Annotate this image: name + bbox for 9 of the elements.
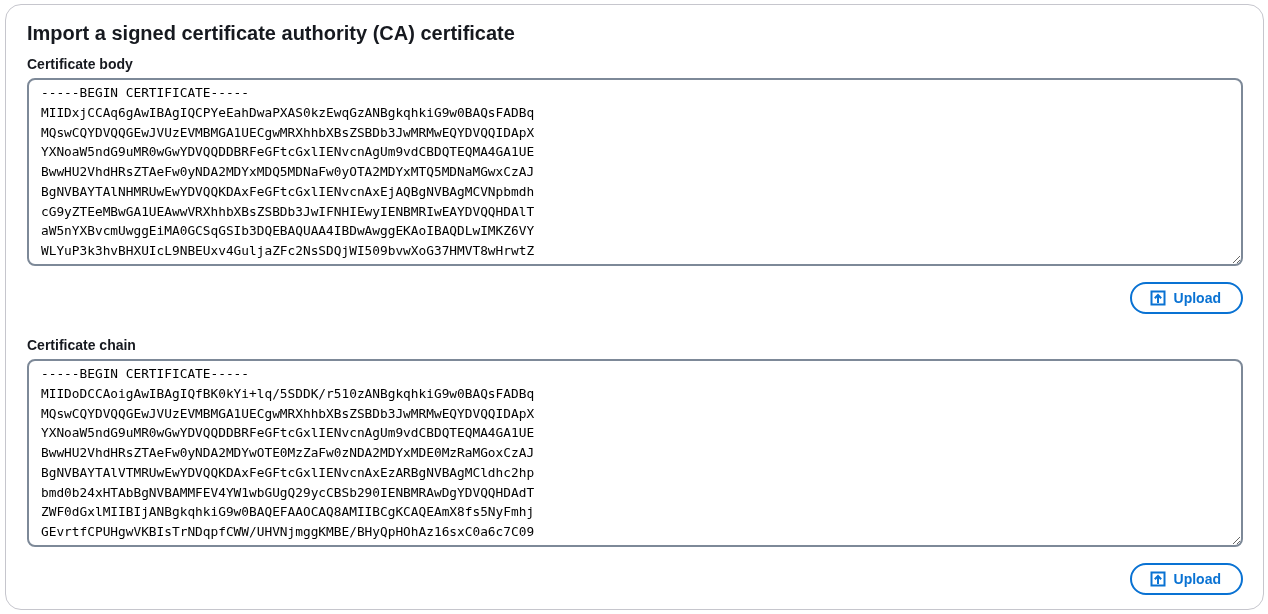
upload-button[interactable]: Upload <box>1129 282 1243 314</box>
upload-icon <box>1149 571 1166 587</box>
certificate-textarea[interactable]: -----BEGIN CERTIFICATE----- MIIDxjCCAq6gAwIBAgIQCPYeEahDwaPXAS0kzEwqGzANBgkqhkiG9w0BAQsFADBq MQswCQYDVQQGEwJVUzEVMBMGA1UECgwMRXhhbXBsZSBDb3JwMRMwEQYDVQQIDApX YXNoaW5ndG9uMR0wGwYDVQQDDBRFeGFtcGxlIENvcnAgUm9vdCBDQTEQMA4GA1UE BwwHU2VhdHRsZTAeFw0yNDA2MDYxMDQ5MDNaFw0yOTA2MDYxMTQ5MDNaMGwxCzAJ BgNVBAYTAlNHMRUwEwYDVQQKDAxFeGFtcGxlIENvcnAxEjAQBgNVBAgMCVNpbmdh cG9yZTEeMBwGA1UEAwwVRXhhbXBsZSBDb3JwIFNHIEwyIENBMRIwEAYDVQQHDAlT aW5nYXBvcmUwggEiMA0GCSqGSIb3DQEBAQUAA4IBDwAwggEKAoIBAQDLwIMKZ6VY WLYuP3k3hvBHXUIcL9NBEUxv4GuljaZFc2NsSDQjWI509bvwXoG37HMVT8wHrwtZ <box>27 78 1243 266</box>
field-label: Certificate body <box>27 55 134 73</box>
certificate-textarea[interactable]: -----BEGIN CERTIFICATE----- MIIDoDCCAoigAwIBAgIQfBK0kYi+lq/5SDDK/r510zANBgkqhkiG9w0BAQsFADBq MQswCQYDVQQGEwJVUzEVMBMGA1UECgwMRXhhbXBsZSBDb3JwMRMwEQYDVQQIDApX YXNoaW5ndG9uMR0wGwYDVQQDDBRFeGFtcGxlIENvcnAgUm9vdCBDQTEQMA4GA1UE BwwHU2VhdHRsZTAeFw0yNDA2MDYwOTE0MzZaFw0zNDA2MDYxMDE0MzRaMGoxCzAJ BgNVBAYTAlVTMRUwEwYDVQQKDAxFeGFtcGxlIENvcnAxEzARBgNVBAgMCldhc2hp bmd0b24xHTAbBgNVBAMMFEV4YW1wbGUgQ29ycCBSb290IENBMRAwDgYDVQQHDAdT ZWF0dGxlMIIBIjANBgkqhkiG9w0BAQEFAAOCAQ8AMIIBCgKCAQEAmX8fs5NyFmhj GEvrtfCPUHgwVKBIsTrNDqpfCWW/UHVNjmggKMBE/BHyQpHOhAz16sxC0a6c7C09 <box>27 359 1243 547</box>
panel-title: Import a signed certificate authority (CA) certificate <box>27 21 516 45</box>
upload-icon <box>1149 290 1166 306</box>
upload-button[interactable]: Upload <box>1129 563 1243 595</box>
field-label: Certificate chain <box>27 336 137 354</box>
